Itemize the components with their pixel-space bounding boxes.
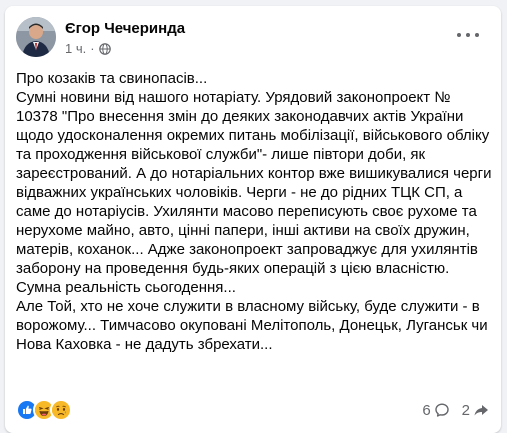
comment-count: 6	[422, 401, 431, 419]
post-stats: 6 2	[422, 402, 489, 419]
comment-icon	[434, 403, 449, 417]
avatar[interactable]	[16, 17, 56, 57]
share-icon	[474, 405, 488, 416]
more-options-icon[interactable]	[457, 27, 479, 43]
post-paragraph: Про козаків та свинопасів...	[16, 70, 208, 87]
share-count: 2	[461, 401, 470, 419]
post-paragraph: Сумні новини від нашого нотаріату. Урядо…	[16, 89, 492, 277]
post-meta: 1 ч. ·	[65, 41, 111, 56]
post-card: Єгор Чечеринда 1 ч. · Про козаків та сви…	[5, 6, 501, 433]
share-count-button[interactable]: 2	[462, 402, 489, 419]
post-paragraph: Сумна реальність сьогодення...	[16, 279, 236, 296]
reaction-summary[interactable]	[16, 399, 72, 421]
post-paragraph: Але Той, хто не хоче служити в власному …	[16, 298, 488, 353]
post-header: Єгор Чечеринда 1 ч. ·	[16, 17, 501, 65]
author-name[interactable]: Єгор Чечеринда	[65, 20, 185, 37]
post-text: Про козаків та свинопасів... Сумні новин…	[16, 69, 494, 354]
globe-icon	[98, 42, 111, 55]
post-footer: 6 2	[16, 398, 489, 422]
post-time[interactable]: 1 ч.	[65, 41, 86, 56]
comment-count-button[interactable]: 6	[422, 402, 449, 419]
separator-dot: ·	[90, 41, 95, 56]
sad-reaction-icon	[50, 399, 72, 421]
